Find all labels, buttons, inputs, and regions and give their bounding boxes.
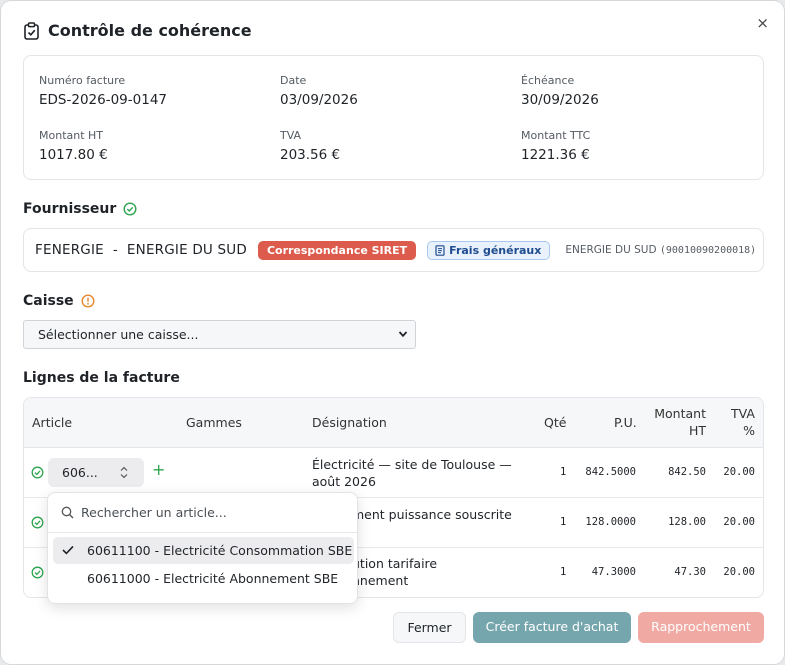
- article-option[interactable]: 60611000 - Electricité Abonnement SBE: [53, 565, 354, 592]
- tva-rate: 20.00: [723, 516, 755, 528]
- supplier-code: ENERGIE DU SUD (90010090200018): [565, 244, 756, 256]
- invoice-tva: TVA 203.56 €: [280, 129, 340, 163]
- invoice-lines-heading-label: Lignes de la facture: [23, 370, 180, 386]
- invoice-date: Date 03/09/2026: [280, 74, 358, 108]
- invoice-date-value: 03/09/2026: [280, 92, 358, 108]
- unit-price: 128.0000: [585, 516, 636, 528]
- designation: Électricité — site de Toulouse — août 20…: [312, 456, 512, 490]
- supplier-heading-label: Fournisseur: [23, 201, 117, 217]
- column-tva: TVA %: [731, 406, 755, 438]
- invoice-tva-label: TVA: [280, 129, 302, 142]
- close-icon[interactable]: ×: [756, 14, 769, 32]
- invoice-amount-ttc-label: Montant TTC: [521, 129, 591, 142]
- article-option[interactable]: 60611100 - Electricité Consommation SBE: [53, 537, 354, 564]
- invoice-amount-ttc-value: 1221.36 €: [521, 147, 590, 163]
- table-row: 606... + Électricité — site de Toulouse …: [24, 448, 763, 498]
- invoice-number-label: Numéro facture: [39, 74, 126, 87]
- caisse-select[interactable]: Sélectionner une caisse...: [23, 320, 416, 349]
- supplier-heading: Fournisseur: [23, 201, 137, 217]
- invoice-lines-heading: Lignes de la facture: [23, 370, 180, 386]
- invoice-amount-ttc: Montant TTC 1221.36 €: [521, 129, 590, 163]
- designation-line2: août 2026: [312, 474, 376, 489]
- category-badge-label: Frais généraux: [449, 243, 542, 257]
- table-header: Article Gammes Désignation Qté P.U. Mont…: [24, 398, 763, 448]
- invoice-summary: Numéro facture EDS-2026-09-0147 Date 03/…: [23, 55, 764, 180]
- supplier-code-name: ENERGIE DU SUD: [565, 244, 657, 256]
- coherence-dialog: × Contrôle de cohérence Numéro facture E…: [1, 1, 784, 664]
- qte: 1: [560, 566, 567, 578]
- unit-price: 842.5000: [585, 466, 636, 478]
- amount-ht: 128.00: [668, 516, 706, 528]
- column-designation: Désignation: [312, 415, 387, 430]
- siret-match-badge: Correspondance SIRET: [257, 240, 417, 260]
- invoice-amount-ht: Montant HT 1017.80 €: [39, 129, 108, 163]
- column-montant-line1: Montant: [654, 406, 706, 421]
- tva-rate: 20.00: [723, 566, 755, 578]
- invoice-date-label: Date: [280, 74, 307, 87]
- supplier-name: FENERGIE - ENERGIE DU SUD: [35, 242, 247, 258]
- column-pu: P.U.: [614, 415, 637, 430]
- warning-circle-icon: [81, 294, 95, 308]
- article-select-button[interactable]: 606...: [48, 458, 144, 487]
- create-purchase-invoice-button[interactable]: Créer facture d'achat: [473, 612, 631, 643]
- invoice-amount-ht-label: Montant HT: [39, 129, 104, 142]
- qte: 1: [560, 516, 567, 528]
- rapprochement-button[interactable]: Rapprochement: [638, 612, 764, 643]
- clipboard-check-icon: [24, 21, 39, 40]
- article-option-label: 60611000 - Electricité Abonnement SBE: [87, 571, 339, 586]
- column-qte: Qté: [544, 415, 567, 430]
- category-badge: Frais généraux: [427, 240, 551, 260]
- invoice-number: Numéro facture EDS-2026-09-0147: [39, 74, 167, 108]
- invoice-tva-value: 203.56 €: [280, 147, 341, 163]
- invoice-amount-ht-value: 1017.80 €: [39, 147, 108, 163]
- unit-price: 47.3000: [591, 566, 636, 578]
- qte: 1: [560, 466, 567, 478]
- invoice-due-date-label: Échéance: [521, 74, 575, 87]
- article-search-placeholder: Rechercher un article...: [81, 505, 227, 520]
- column-montant: Montant HT: [654, 406, 706, 438]
- column-montant-line2: HT: [688, 423, 706, 438]
- article-select-value: 606...: [62, 465, 98, 480]
- dialog-header: Contrôle de cohérence: [23, 21, 252, 40]
- caisse-select-value: Sélectionner une caisse...: [38, 327, 199, 342]
- supplier-card: FENERGIE - ENERGIE DU SUD Correspondance…: [23, 228, 764, 272]
- article-option-label: 60611100 - Electricité Consommation SBE: [87, 543, 353, 558]
- check-icon: [62, 545, 74, 555]
- column-gammes: Gammes: [186, 415, 242, 430]
- invoice-due-date-value: 30/09/2026: [521, 92, 599, 108]
- chevron-down-icon: [398, 331, 408, 338]
- search-icon: [61, 506, 74, 519]
- supplier-siret: (90010090200018): [659, 245, 757, 256]
- column-tva-line1: TVA: [731, 406, 755, 421]
- caisse-heading: Caisse: [23, 293, 95, 309]
- amount-ht: 47.30: [674, 566, 706, 578]
- add-article-icon[interactable]: +: [152, 462, 165, 478]
- caisse-heading-label: Caisse: [23, 293, 74, 309]
- check-circle-icon: [31, 516, 44, 529]
- column-tva-line2: %: [743, 423, 755, 438]
- chevron-updown-icon: [120, 466, 128, 479]
- check-circle-icon: [31, 466, 44, 479]
- column-article: Article: [32, 415, 73, 430]
- close-button[interactable]: Fermer: [393, 612, 466, 643]
- article-search[interactable]: Rechercher un article...: [48, 493, 357, 533]
- designation-line1: Électricité — site de Toulouse —: [312, 457, 512, 472]
- invoice-due-date: Échéance 30/09/2026: [521, 74, 599, 108]
- invoice-number-value: EDS-2026-09-0147: [39, 92, 167, 108]
- tva-rate: 20.00: [723, 466, 755, 478]
- dialog-title: Contrôle de cohérence: [48, 21, 252, 40]
- check-circle-icon: [123, 202, 137, 216]
- document-icon: [435, 244, 445, 256]
- article-dropdown: Rechercher un article... 60611100 - Elec…: [47, 492, 358, 604]
- check-circle-icon: [31, 566, 44, 579]
- amount-ht: 842.50: [668, 466, 706, 478]
